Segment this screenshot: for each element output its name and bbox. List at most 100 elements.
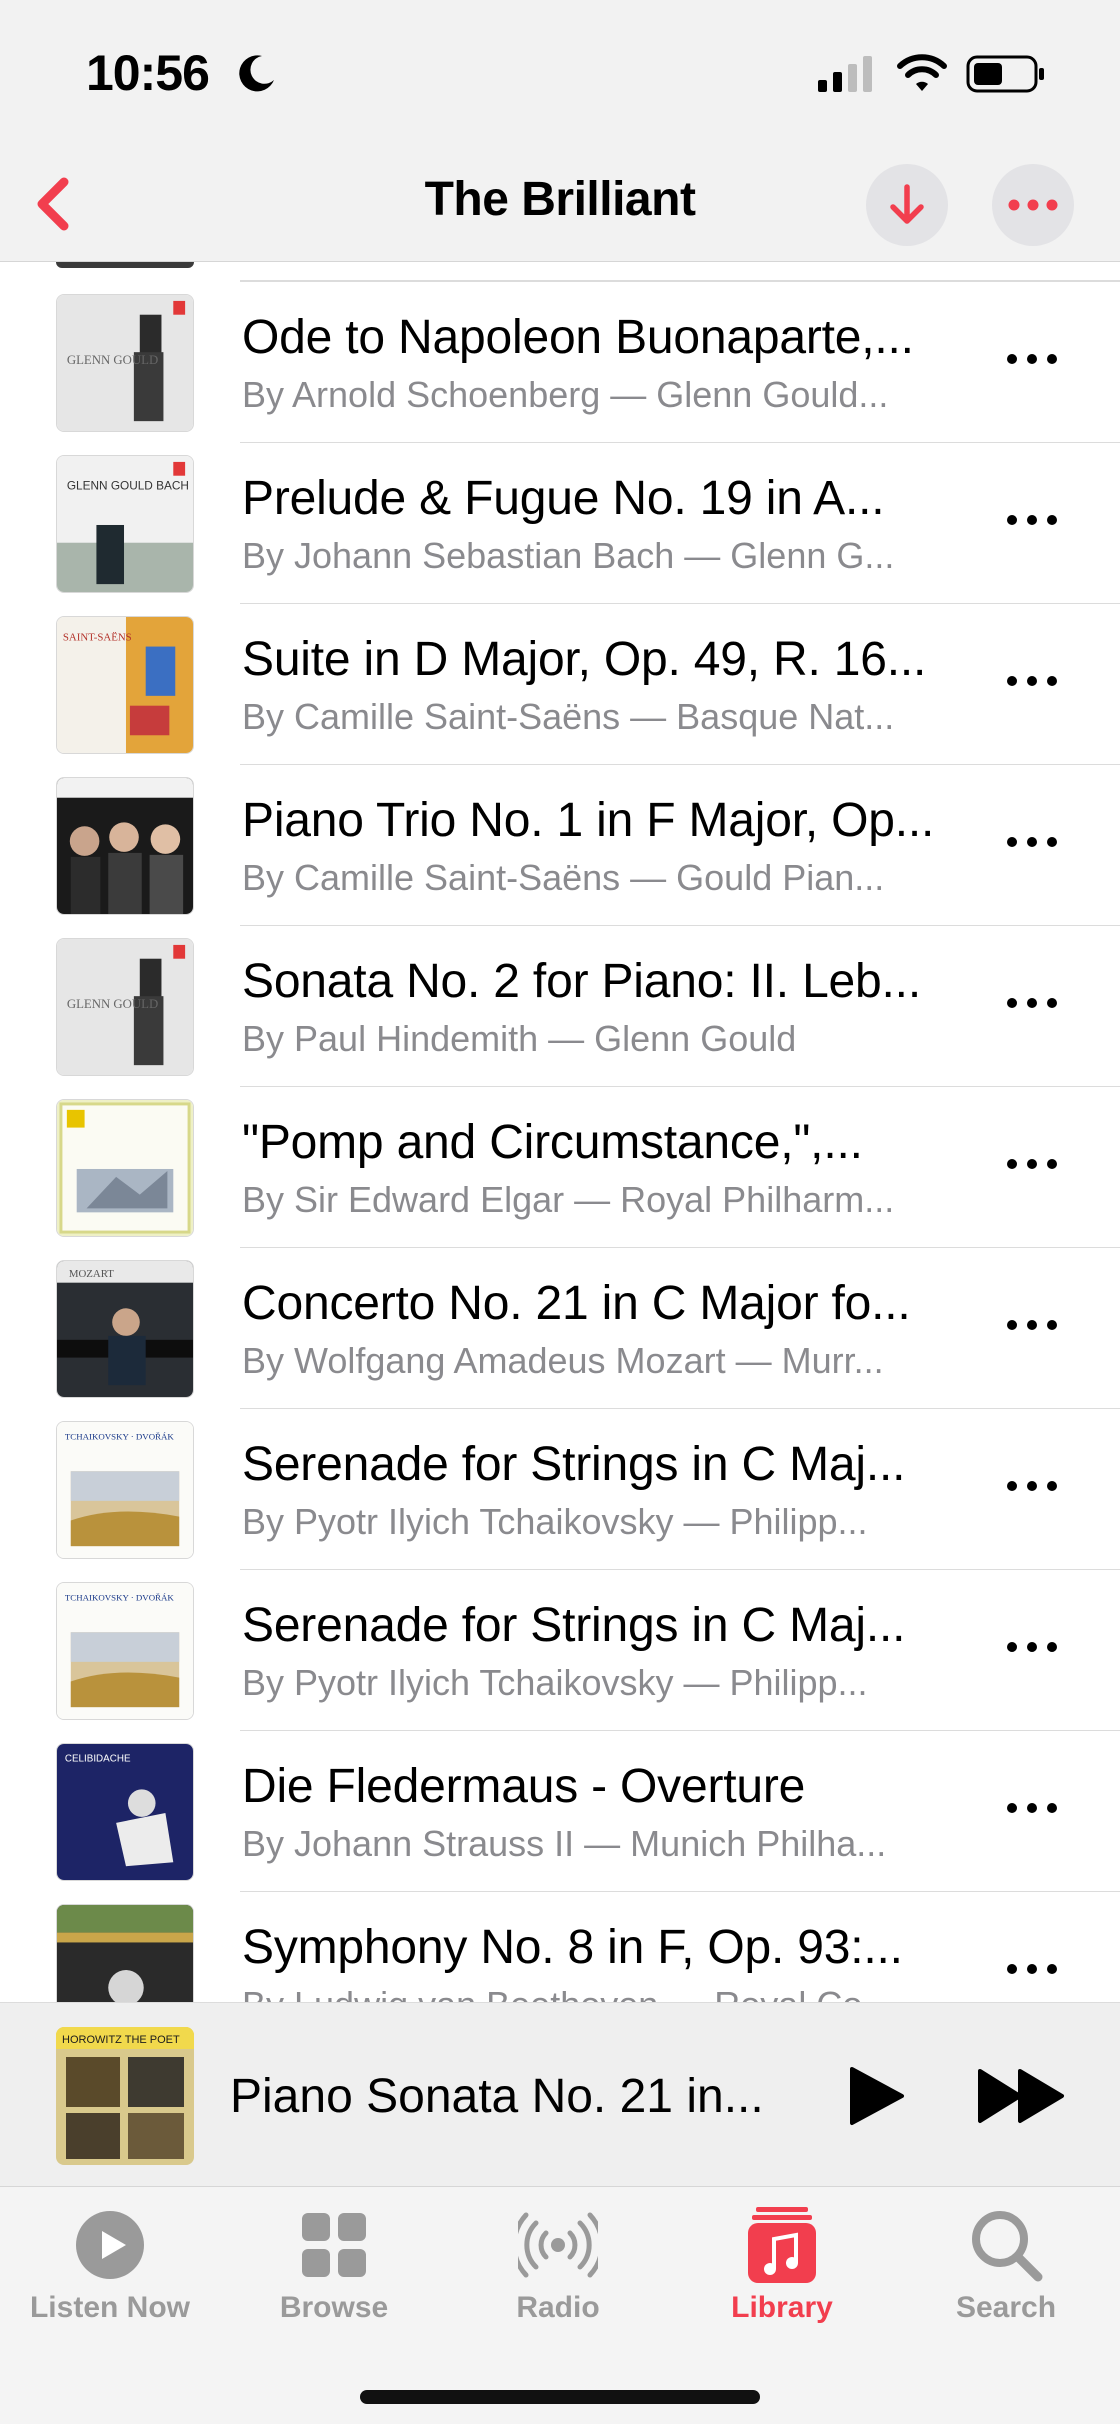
status-bar: 10:56 [0, 0, 1120, 150]
wifi-icon [897, 54, 947, 91]
now-playing-artwork: HOROWITZ THE POET [56, 2027, 194, 2165]
song-row[interactable]: GLENN GOULD Sonata No. 2 for Piano: II. … [0, 926, 1120, 1087]
album-artwork: TCHAIKOVSKY · DVOŘÁK [56, 1421, 194, 1559]
song-artist: By Arnold Schoenberg — Glenn Gould... [242, 374, 889, 415]
status-time: 10:56 [86, 45, 210, 101]
moon-icon [239, 55, 274, 92]
album-artwork: CELIBIDACHE [56, 1743, 194, 1881]
row-more-button[interactable] [1004, 666, 1060, 696]
mini-player[interactable]: HOROWITZ THE POET Piano Sonata No. 21 in… [0, 2002, 1120, 2186]
magnifier-icon [972, 2211, 1043, 2282]
song-artist: By Johann Strauss II — Munich Philha... [242, 1823, 887, 1864]
song-artist: By Pyotr Ilyich Tchaikovsky — Philipp... [242, 1662, 868, 1703]
play-button[interactable] [846, 2065, 906, 2127]
row-more-button[interactable] [1004, 344, 1060, 374]
album-artwork [56, 1904, 194, 2002]
row-more-button[interactable] [1004, 1793, 1060, 1823]
tab-label: Search [955, 2291, 1057, 2324]
row-more-button[interactable] [1004, 1471, 1060, 1501]
song-title: Prelude & Fugue No. 19 in A... [242, 472, 885, 525]
album-art-text: GLENN GOULD [67, 353, 158, 367]
song-row[interactable]: TCHAIKOVSKY · DVOŘÁK Serenade for String… [0, 1570, 1120, 1731]
row-more-button[interactable] [1004, 827, 1060, 857]
row-more-button[interactable] [1004, 1310, 1060, 1340]
album-art-text: GLENN GOULD [67, 997, 158, 1011]
song-row[interactable]: "Pomp and Circumstance,",... By Sir Edwa… [0, 1087, 1120, 1248]
row-more-button[interactable] [1004, 1149, 1060, 1179]
row-more-button[interactable] [1004, 505, 1060, 535]
more-options-button[interactable] [992, 164, 1074, 246]
album-artwork: TCHAIKOVSKY · DVOŘÁK [56, 1582, 194, 1720]
song-artist: By Ludwig van Beethoven — Royal Co... [242, 1984, 962, 2002]
song-title: Suite in D Major, Op. 49, R. 16... [242, 633, 927, 686]
album-art-text: TCHAIKOVSKY · DVOŘÁK [65, 1593, 175, 1603]
song-title: Serenade for Strings in C Maj... [242, 1438, 906, 1491]
tab-bar: Listen Now Browse Radio Library Search [0, 2186, 1120, 2424]
navigation-header: The Brilliant [0, 150, 1120, 262]
album-art-text: GLENN GOULD BACH [67, 479, 189, 493]
row-more-button[interactable] [1004, 1632, 1060, 1662]
song-list[interactable]: GLENN GOULD Ode to Napoleon Buonaparte,.… [0, 262, 1120, 2002]
battery-icon [966, 55, 1044, 93]
play-circle-icon [76, 2211, 144, 2279]
song-row[interactable]: CELIBIDACHE Die Fledermaus - Overture By… [0, 1731, 1120, 1892]
song-row[interactable]: MOZART Concerto No. 21 in C Major fo... … [0, 1248, 1120, 1409]
skip-forward-button[interactable] [976, 2067, 1066, 2125]
song-title: Ode to Napoleon Buonaparte,... [242, 311, 914, 364]
page-title: The Brilliant [424, 173, 696, 226]
radio-waves-icon [518, 2212, 598, 2278]
tab-browse[interactable]: Browse [234, 2205, 434, 2345]
album-artwork: GLENN GOULD BACH [56, 455, 194, 593]
song-title: Concerto No. 21 in C Major fo... [242, 1277, 911, 1330]
ellipsis-icon [1008, 199, 1058, 211]
album-art-text: HOROWITZ THE POET [62, 2034, 180, 2046]
album-artwork: MOZART [56, 1260, 194, 1398]
tab-label: Radio [516, 2291, 600, 2324]
song-title: Die Fledermaus - Overture [242, 1760, 806, 1813]
album-artwork: SAINT-SAËNS [56, 616, 194, 754]
song-title: Piano Trio No. 1 in F Major, Op... [242, 794, 935, 847]
tab-label: Browse [279, 2291, 389, 2324]
song-artist: By Paul Hindemith — Glenn Gould [242, 1018, 797, 1059]
song-artist: By Sir Edward Elgar — Royal Philharm... [242, 1179, 895, 1220]
row-more-button[interactable] [1004, 988, 1060, 1018]
grid-icon [302, 2213, 366, 2277]
album-artwork: GLENN GOULD [56, 294, 194, 432]
song-artist: By Camille Saint-Saëns — Gould Pian... [242, 857, 885, 898]
album-art-text: MOZART [69, 1268, 114, 1280]
album-artwork [56, 1099, 194, 1237]
home-indicator [360, 2390, 760, 2404]
song-title: "Pomp and Circumstance,",... [242, 1116, 863, 1169]
song-row[interactable]: TCHAIKOVSKY · DVOŘÁK Serenade for String… [0, 1409, 1120, 1570]
row-more-button[interactable] [1004, 1954, 1060, 1984]
song-row[interactable]: Piano Trio No. 1 in F Major, Op... By Ca… [0, 765, 1120, 926]
song-row[interactable]: SAINT-SAËNS Suite in D Major, Op. 49, R.… [0, 604, 1120, 765]
partial-previous-row [0, 262, 1120, 282]
song-title: Sonata No. 2 for Piano: II. Leb... [242, 955, 921, 1008]
album-artwork [56, 777, 194, 915]
album-art-text: CELIBIDACHE [65, 1754, 131, 1765]
album-art-text: TCHAIKOVSKY · DVOŘÁK [65, 1432, 175, 1442]
tab-listen-now[interactable]: Listen Now [10, 2205, 210, 2345]
song-artist: By Camille Saint-Saëns — Basque Nat... [242, 696, 895, 737]
song-artist: By Pyotr Ilyich Tchaikovsky — Philipp... [242, 1501, 868, 1542]
tab-search[interactable]: Search [906, 2205, 1106, 2345]
now-playing-title: Piano Sonata No. 21 in... [230, 2070, 764, 2123]
album-art-text: SAINT-SAËNS [63, 632, 132, 644]
tab-label: Listen Now [29, 2291, 190, 2324]
song-artist: By Johann Sebastian Bach — Glenn G... [242, 535, 895, 576]
song-title: Symphony No. 8 in F, Op. 93:... [242, 1921, 903, 1974]
song-row[interactable]: Symphony No. 8 in F, Op. 93:... By Ludwi… [0, 1892, 1120, 2002]
album-artwork: GLENN GOULD [56, 938, 194, 1076]
tab-radio[interactable]: Radio [458, 2205, 658, 2345]
cellular-signal-icon [818, 56, 872, 92]
music-note-icon [748, 2207, 816, 2283]
download-arrow-icon [890, 184, 924, 224]
tab-label: Library [731, 2291, 833, 2324]
song-title: Serenade for Strings in C Maj... [242, 1599, 906, 1652]
tab-library[interactable]: Library [682, 2205, 882, 2345]
song-artist: By Wolfgang Amadeus Mozart — Murr... [242, 1340, 884, 1381]
download-button[interactable] [866, 164, 948, 246]
song-row[interactable]: GLENN GOULD Ode to Napoleon Buonaparte,.… [0, 282, 1120, 443]
song-row[interactable]: GLENN GOULD BACH Prelude & Fugue No. 19 … [0, 443, 1120, 604]
